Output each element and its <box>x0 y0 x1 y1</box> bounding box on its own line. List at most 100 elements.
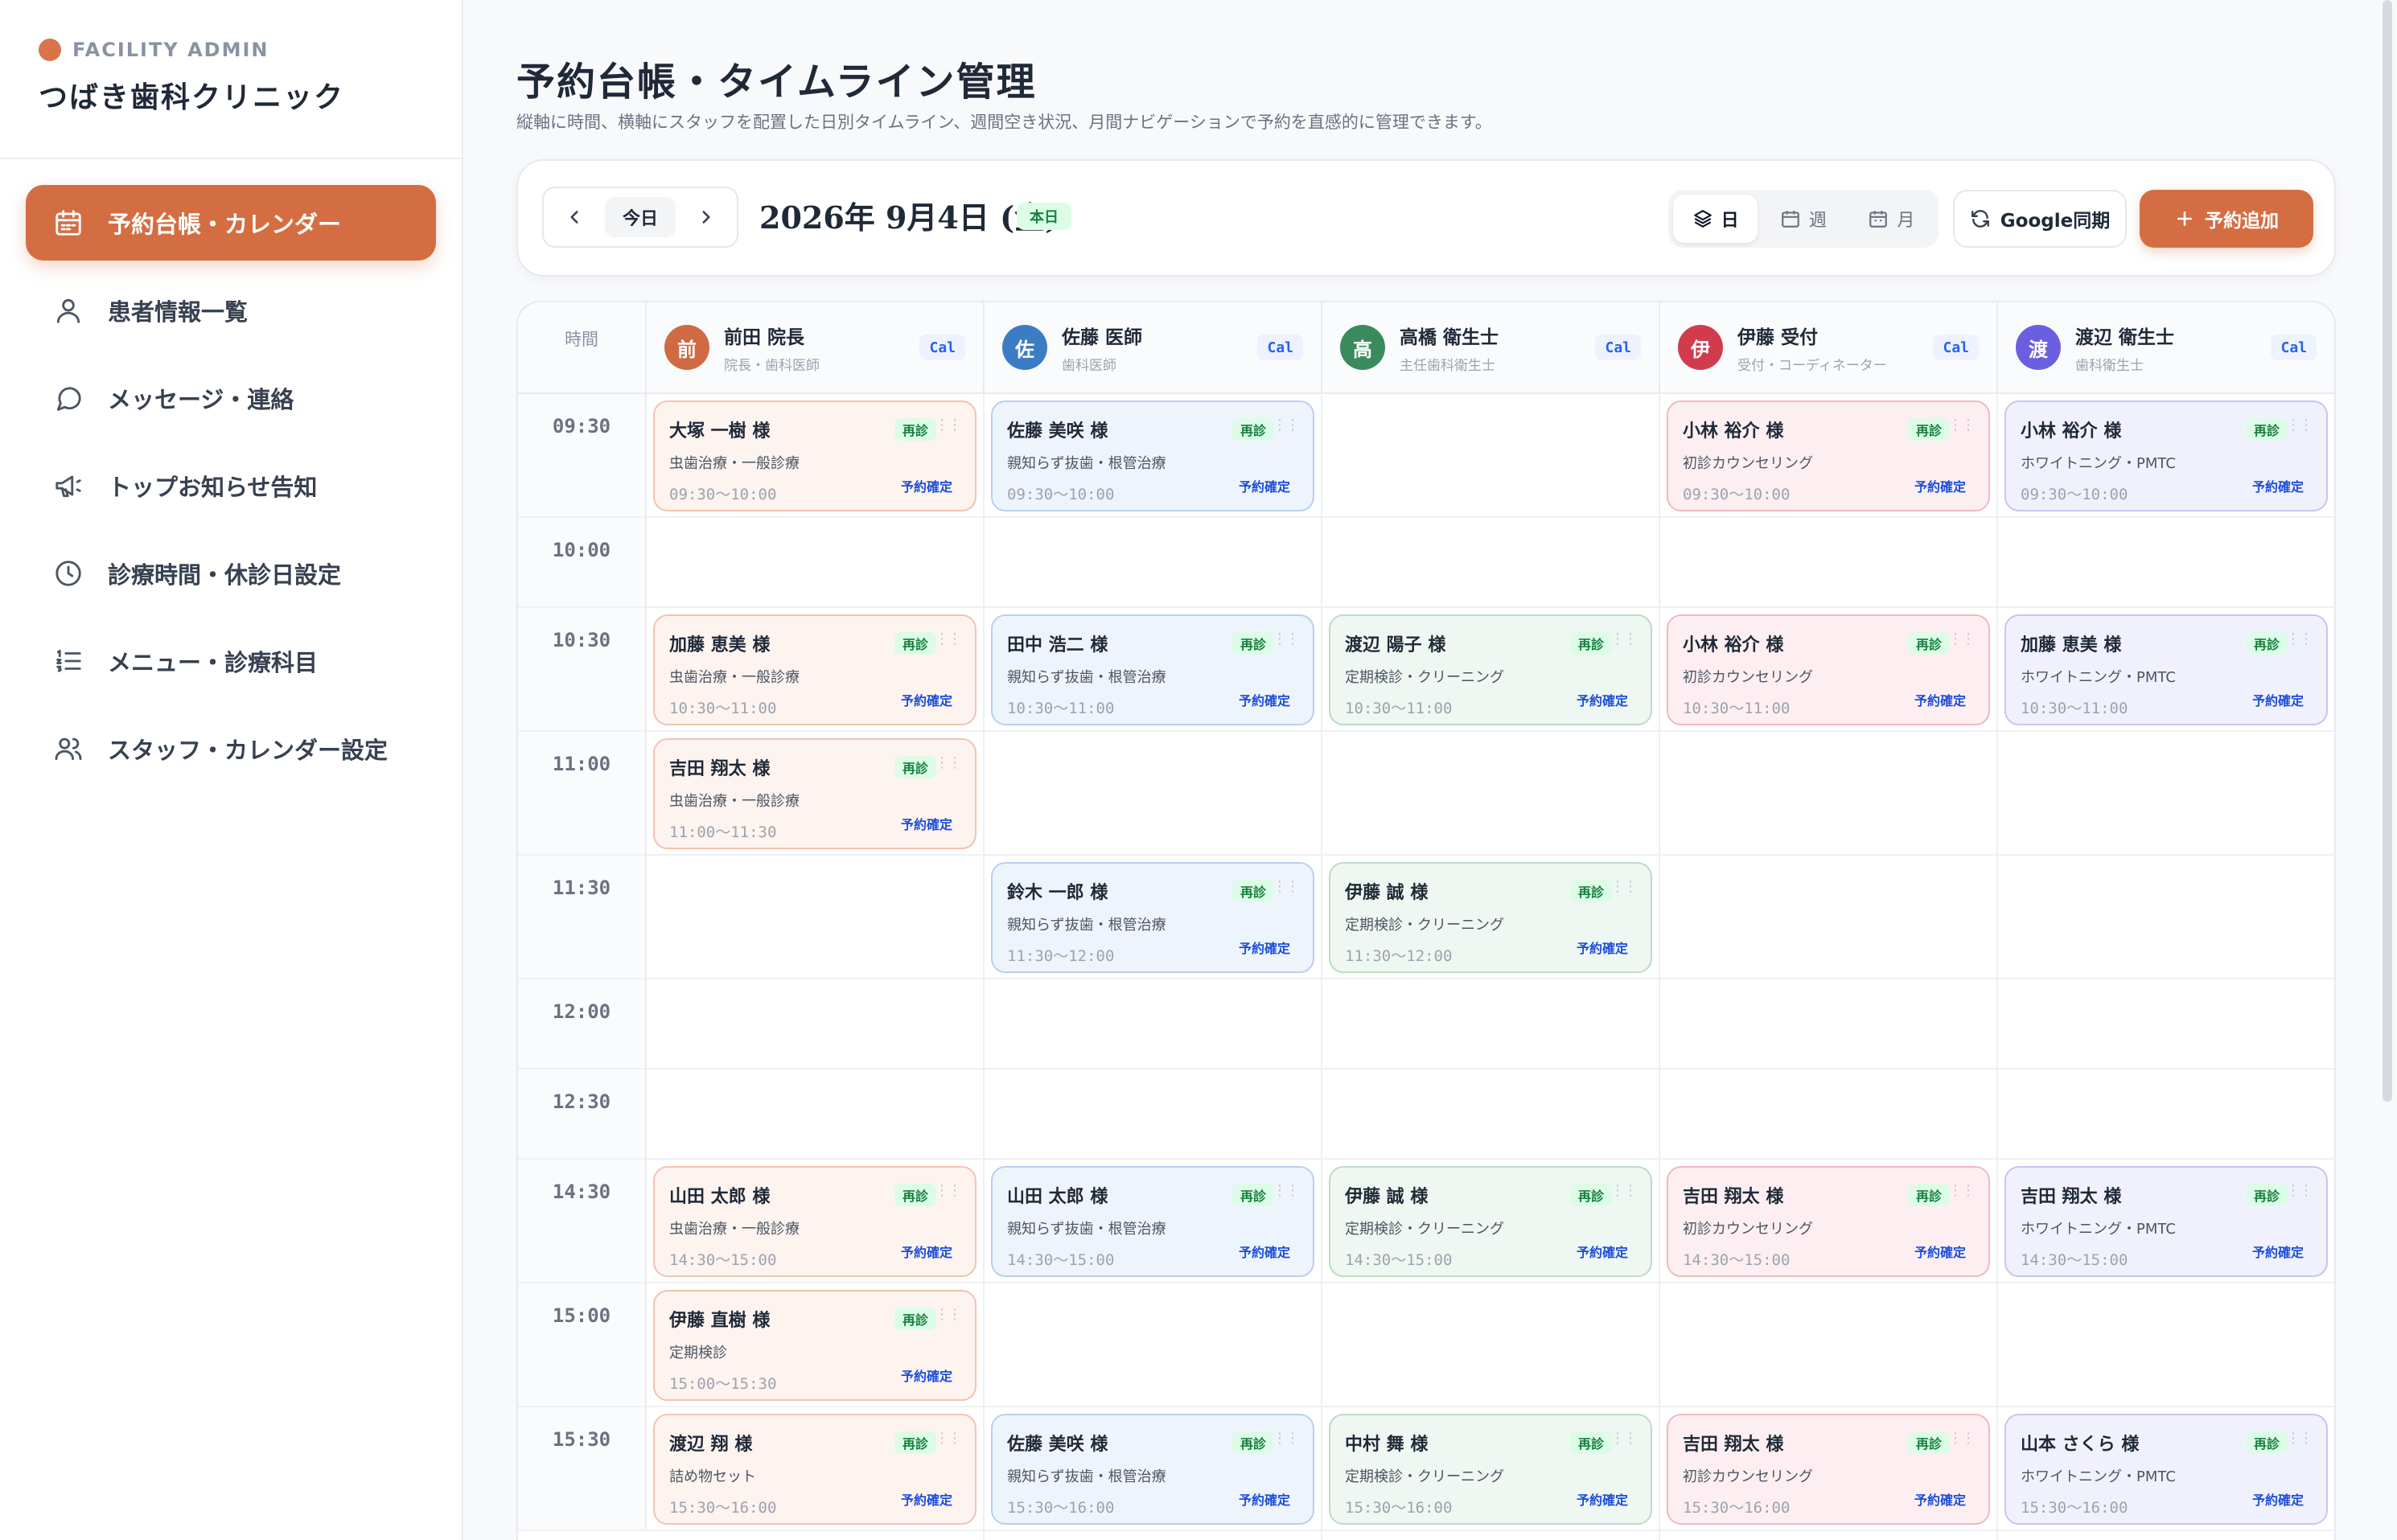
status-label: 予約確定 <box>900 479 952 495</box>
drag-handle-icon[interactable]: ⋮⋮ <box>2286 417 2313 433</box>
plus-icon <box>2177 211 2192 226</box>
drag-handle-icon[interactable]: ⋮⋮ <box>1273 417 1300 433</box>
status-label: 予約確定 <box>2251 1493 2304 1508</box>
drag-handle-icon[interactable]: ⋮⋮ <box>1948 1182 1976 1199</box>
drag-handle-icon[interactable]: ⋮⋮ <box>1610 630 1638 647</box>
appointment-card[interactable]: 加藤 恵美 様再診 ⋮⋮ 虫歯治療・一般診療 10:30〜11:00 予約確定 <box>653 614 976 725</box>
staff-info: 前田 院長 院長・歯科医師 <box>724 322 919 374</box>
view-day-button[interactable]: 日 <box>1673 195 1758 243</box>
drag-handle-icon[interactable]: ⋮⋮ <box>935 1430 962 1447</box>
appointment-card[interactable]: 小林 裕介 様再診 ⋮⋮ ホワイトニング・PMTC 09:30〜10:00 予約確定 <box>2004 400 2328 511</box>
users-icon <box>55 737 82 761</box>
appointment-card[interactable]: 佐藤 美咲 様再診 ⋮⋮ 親知らず抜歯・根管治療 09:30〜10:00 予約確定 <box>991 400 1314 511</box>
drag-handle-icon[interactable]: ⋮⋮ <box>1948 1430 1976 1447</box>
sidebar-item-1[interactable]: 患者情報一覧 <box>26 273 436 348</box>
staff-calendar-badge[interactable]: Cal <box>1933 335 1979 360</box>
treatment-name: 親知らず抜歯・根管治療 <box>1007 455 1166 472</box>
sidebar-item-3[interactable]: トップお知らせ告知 <box>26 448 436 524</box>
appointment-card[interactable]: 山本 さくら 様再診 ⋮⋮ ホワイトニング・PMTC 15:30〜16:00 予約確定 <box>2004 1414 2328 1525</box>
appointment-card[interactable]: 田中 浩二 様再診 ⋮⋮ 親知らず抜歯・根管治療 10:30〜11:00 予約確定 <box>991 614 1314 725</box>
staff-calendar-badge[interactable]: Cal <box>919 335 965 360</box>
add-appointment-label: 予約追加 <box>2205 211 2279 232</box>
drag-handle-icon[interactable]: ⋮⋮ <box>935 1306 962 1323</box>
sidebar-item-0[interactable]: 予約台帳・カレンダー <box>26 185 436 261</box>
drag-handle-icon[interactable]: ⋮⋮ <box>935 417 962 433</box>
drag-handle-icon[interactable]: ⋮⋮ <box>1610 878 1638 895</box>
sidebar-item-label: トップお知らせ告知 <box>108 474 318 501</box>
appointment-card[interactable]: 吉田 翔太 様再診 ⋮⋮ 初診カウンセリング 15:30〜16:00 予約確定 <box>1667 1414 1990 1525</box>
google-sync-button[interactable]: Google同期 <box>1953 190 2127 248</box>
main-content: 予約台帳・タイムライン管理 縦軸に時間、横軸にスタッフを配置した日別タイムライン… <box>463 0 2397 1540</box>
status-label: 予約確定 <box>900 1493 952 1508</box>
appointment-card[interactable]: 大塚 一樹 様再診 ⋮⋮ 虫歯治療・一般診療 09:30〜10:00 予約確定 <box>653 400 976 511</box>
revisit-badge: 再診 <box>1907 1184 1950 1206</box>
drag-handle-icon[interactable]: ⋮⋮ <box>1948 417 1976 433</box>
appointment-card[interactable]: 小林 裕介 様再診 ⋮⋮ 初診カウンセリング 10:30〜11:00 予約確定 <box>1667 614 1990 725</box>
brand-dot-icon <box>39 39 61 61</box>
staff-role: 受付・コーディネーター <box>1737 357 1887 374</box>
drag-handle-icon[interactable]: ⋮⋮ <box>935 754 962 771</box>
view-week-button[interactable]: 週 <box>1761 195 1845 243</box>
drag-handle-icon[interactable]: ⋮⋮ <box>1273 1182 1300 1199</box>
treatment-name: 親知らず抜歯・根管治療 <box>1007 669 1166 686</box>
appointment-card[interactable]: 山田 太郎 様再診 ⋮⋮ 虫歯治療・一般診療 14:30〜15:00 予約確定 <box>653 1166 976 1277</box>
treatment-name: 定期検診 <box>669 1345 727 1361</box>
scrollbar[interactable] <box>2383 0 2392 1102</box>
drag-handle-icon[interactable]: ⋮⋮ <box>2286 1182 2313 1199</box>
treatment-name: 親知らず抜歯・根管治療 <box>1007 1468 1166 1485</box>
revisit-badge: 再診 <box>1907 1431 1950 1454</box>
time-label: 14:30 <box>518 1160 647 1282</box>
status-label: 予約確定 <box>900 1369 952 1384</box>
sidebar-item-2[interactable]: メッセージ・連絡 <box>26 360 436 436</box>
appointment-card[interactable]: 加藤 恵美 様再診 ⋮⋮ ホワイトニング・PMTC 10:30〜11:00 予約確定 <box>2004 614 2328 725</box>
treatment-name: 虫歯治療・一般診療 <box>669 669 800 686</box>
status-label: 予約確定 <box>900 1245 952 1260</box>
status-label: 予約確定 <box>1238 1493 1290 1508</box>
view-month-label: 月 <box>1897 211 1915 231</box>
staff-column-header: 佐佐藤 医師 歯科医師 Cal <box>985 302 1322 392</box>
status-label: 予約確定 <box>1914 479 1966 495</box>
treatment-name: 定期検診・クリーニング <box>1345 1468 1504 1485</box>
staff-role: 主任歯科衛生士 <box>1400 357 1495 374</box>
appointment-card[interactable]: 伊藤 誠 様再診 ⋮⋮ 定期検診・クリーニング 14:30〜15:00 予約確定 <box>1329 1166 1652 1277</box>
drag-handle-icon[interactable]: ⋮⋮ <box>1273 878 1300 895</box>
drag-handle-icon[interactable]: ⋮⋮ <box>935 1182 962 1199</box>
appointment-card[interactable]: 伊藤 直樹 様再診 ⋮⋮ 定期検診 15:00〜15:30 予約確定 <box>653 1290 976 1401</box>
revisit-badge: 再診 <box>894 1308 936 1330</box>
revisit-badge: 再診 <box>1231 418 1274 441</box>
drag-handle-icon[interactable]: ⋮⋮ <box>1610 1182 1638 1199</box>
sidebar-item-4[interactable]: 診療時間・休診日設定 <box>26 536 436 611</box>
appointment-card[interactable]: 鈴木 一郎 様再診 ⋮⋮ 親知らず抜歯・根管治療 11:30〜12:00 予約確定 <box>991 862 1314 973</box>
drag-handle-icon[interactable]: ⋮⋮ <box>1273 1430 1300 1447</box>
drag-handle-icon[interactable]: ⋮⋮ <box>2286 630 2313 647</box>
appointment-card[interactable]: 山田 太郎 様再診 ⋮⋮ 親知らず抜歯・根管治療 14:30〜15:00 予約確定 <box>991 1166 1314 1277</box>
appointment-card[interactable]: 佐藤 美咲 様再診 ⋮⋮ 親知らず抜歯・根管治療 15:30〜16:00 予約確定 <box>991 1414 1314 1525</box>
view-week-label: 週 <box>1808 211 1827 231</box>
drag-handle-icon[interactable]: ⋮⋮ <box>935 630 962 647</box>
appointment-card[interactable]: 渡辺 翔 様再診 ⋮⋮ 詰め物セット 15:30〜16:00 予約確定 <box>653 1414 976 1525</box>
add-appointment-button[interactable]: 予約追加 <box>2140 190 2313 248</box>
appointment-card[interactable]: 吉田 翔太 様再診 ⋮⋮ ホワイトニング・PMTC 14:30〜15:00 予約確定 <box>2004 1166 2328 1277</box>
appointment-card[interactable]: 伊藤 誠 様再診 ⋮⋮ 定期検診・クリーニング 11:30〜12:00 予約確定 <box>1329 862 1652 973</box>
appointment-card[interactable]: 中村 舞 様再診 ⋮⋮ 定期検診・クリーニング 15:30〜16:00 予約確定 <box>1329 1414 1652 1525</box>
prev-day-button[interactable] <box>553 196 595 238</box>
appointment-card[interactable]: 渡辺 陽子 様再診 ⋮⋮ 定期検診・クリーニング 10:30〜11:00 予約確定 <box>1329 614 1652 725</box>
staff-calendar-badge[interactable]: Cal <box>1595 335 1641 360</box>
revisit-badge: 再診 <box>2245 418 2288 441</box>
drag-handle-icon[interactable]: ⋮⋮ <box>2286 1430 2313 1447</box>
drag-handle-icon[interactable]: ⋮⋮ <box>1948 630 1976 647</box>
next-day-button[interactable] <box>685 196 727 238</box>
appointment-card[interactable]: 小林 裕介 様再診 ⋮⋮ 初診カウンセリング 09:30〜10:00 予約確定 <box>1667 400 1990 511</box>
drag-handle-icon[interactable]: ⋮⋮ <box>1273 630 1300 647</box>
appointment-card[interactable]: 吉田 翔太 様再診 ⋮⋮ 初診カウンセリング 14:30〜15:00 予約確定 <box>1667 1166 1990 1277</box>
view-month-button[interactable]: 月 <box>1849 195 1934 243</box>
drag-handle-icon[interactable]: ⋮⋮ <box>1610 1430 1638 1447</box>
today-button[interactable]: 今日 <box>605 197 676 237</box>
sidebar-item-5[interactable]: メニュー・診療科目 <box>26 623 436 699</box>
appointment-card[interactable]: 吉田 翔太 様再診 ⋮⋮ 虫歯治療・一般診療 11:00〜11:30 予約確定 <box>653 738 976 849</box>
staff-calendar-badge[interactable]: Cal <box>2271 335 2317 360</box>
time-row: 12:00 <box>518 979 2334 1070</box>
sidebar-item-6[interactable]: スタッフ・カレンダー設定 <box>26 711 436 786</box>
status-label: 予約確定 <box>1914 1493 1966 1508</box>
staff-calendar-badge[interactable]: Cal <box>1257 335 1303 360</box>
